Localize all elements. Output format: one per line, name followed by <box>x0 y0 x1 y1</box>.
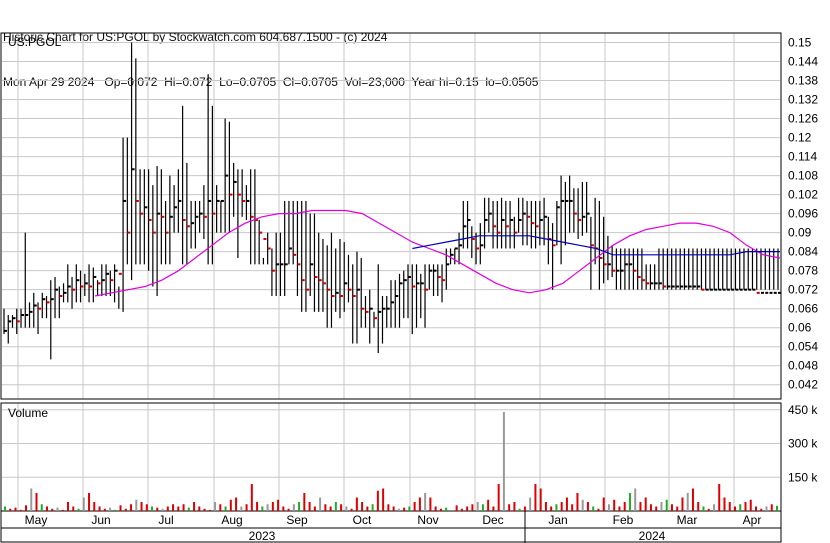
month-tick-label: Aug <box>221 513 242 527</box>
price-bars <box>3 42 781 360</box>
price-tick-label: 0.084 <box>788 245 818 259</box>
volume-tick-label: 150 k <box>788 470 818 484</box>
price-tick-label: 0.126 <box>788 112 818 126</box>
price-tick-label: 0.042 <box>788 378 818 392</box>
month-axis: May Jun Jul Aug Sep Oct Nov Dec Jan Feb Mar Apr <box>25 513 762 527</box>
price-tick-label: 0.048 <box>788 359 818 373</box>
volume-tick-label: 300 k <box>788 437 818 451</box>
price-tick-label: 0.06 <box>788 321 812 335</box>
price-tick-label: 0.09 <box>788 226 812 240</box>
month-tick-label: May <box>25 513 48 527</box>
volume-axis: 450 k 300 k 150 k <box>788 403 818 485</box>
month-tick-label: Mar <box>677 513 698 527</box>
price-tick-label: 0.072 <box>788 283 818 297</box>
price-tick-label: 0.12 <box>788 131 812 145</box>
year-label: 2024 <box>639 529 666 543</box>
month-tick-label: Jul <box>158 513 173 527</box>
price-tick-label: 0.066 <box>788 302 818 316</box>
month-tick-label: Dec <box>482 513 503 527</box>
month-tick-label: Jun <box>91 513 110 527</box>
price-tick-label: 0.138 <box>788 74 818 88</box>
month-tick-label: Feb <box>613 513 634 527</box>
volume-tick-label: 450 k <box>788 403 818 417</box>
month-tick-label: Sep <box>286 513 308 527</box>
stock-chart: US:PGOL Volume 0.150.1440.1380.1320.1260… <box>0 32 818 543</box>
year-label: 2023 <box>249 529 276 543</box>
month-tick-label: Jan <box>548 513 567 527</box>
price-tick-label: 0.102 <box>788 188 818 202</box>
month-tick-label: Oct <box>353 513 372 527</box>
volume-panel <box>0 402 782 512</box>
price-tick-label: 0.078 <box>788 264 818 278</box>
price-tick-label: 0.096 <box>788 207 818 221</box>
month-tick-label: Nov <box>417 513 438 527</box>
price-tick-label: 0.132 <box>788 93 818 107</box>
price-panel <box>0 32 782 400</box>
month-tick-label: Apr <box>743 513 762 527</box>
price-chart-label: US:PGOL <box>8 35 62 49</box>
price-tick-label: 0.144 <box>788 55 818 69</box>
price-tick-label: 0.15 <box>788 36 812 50</box>
volume-bars <box>4 412 778 511</box>
price-tick-label: 0.114 <box>788 150 817 164</box>
price-tick-label: 0.108 <box>788 169 818 183</box>
price-tick-label: 0.054 <box>788 340 818 354</box>
year-axis: 2023 2024 <box>249 511 666 543</box>
price-axis: 0.15 0.144 0.138 0.132 0.126 0.12 0.114 0.108 0.… <box>788 36 818 392</box>
volume-chart-label: Volume <box>8 406 48 420</box>
